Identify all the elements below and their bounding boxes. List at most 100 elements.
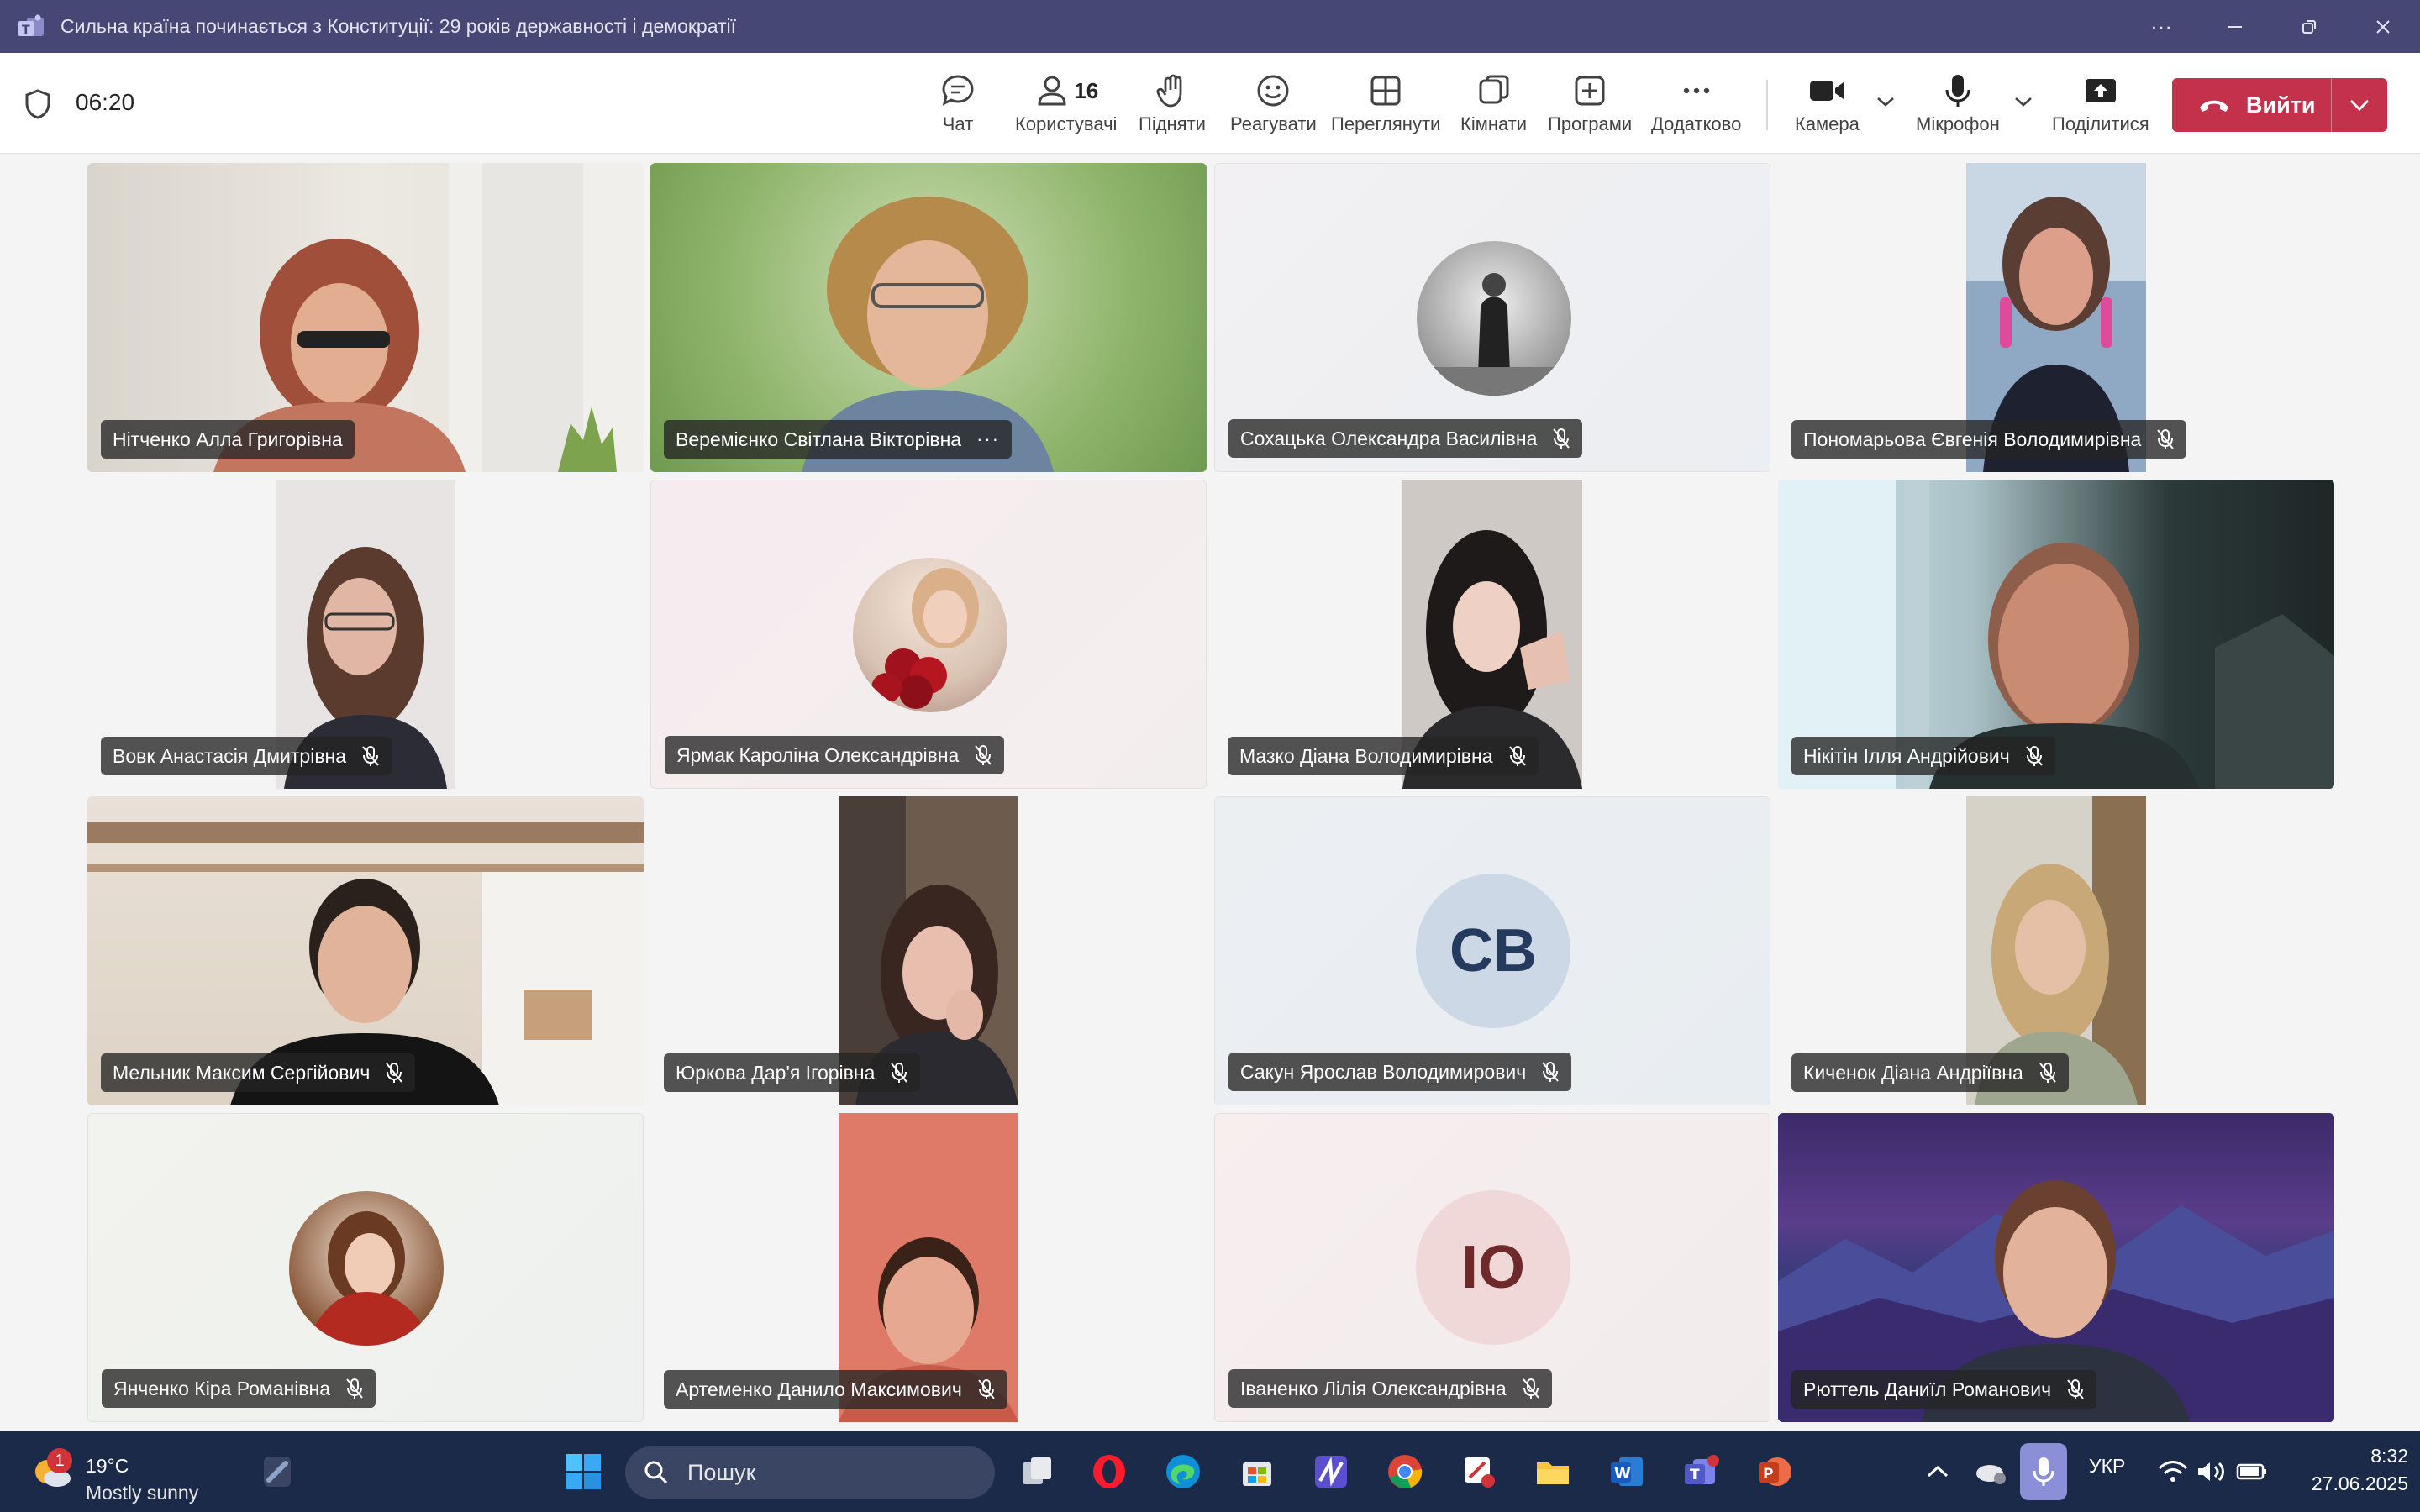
participant-name: Сохацька Олександра Василівна [1240,427,1538,449]
restore-icon [2302,19,2316,34]
raise-hand-button[interactable]: Підняти [1139,71,1206,139]
microphone-button[interactable]: Мікрофон [1916,71,2000,139]
weather-widget[interactable]: 1 19°C Mostly sunny [32,1443,217,1504]
share-button[interactable]: Поділитися [2052,71,2149,139]
participant-name: Мазко Діана Володимирівна [1239,744,1493,767]
powerpoint-icon[interactable]: P [1751,1448,1798,1495]
more-options-button[interactable]: ··· [2124,0,2198,53]
participant-tile[interactable]: Ярмак Кароліна Олександрівна [650,480,1207,789]
rooms-button[interactable]: Кімнати [1460,71,1527,139]
share-screen-icon [2082,71,2119,110]
react-button[interactable]: Реагувати [1230,71,1317,139]
participant-avatar [1417,241,1571,396]
participant-tile[interactable]: Вовк Анастасія Дмитрівна [87,480,644,789]
view-button[interactable]: Переглянути [1331,71,1440,139]
chat-button[interactable]: Чат [939,71,976,139]
snipping-tool-icon[interactable] [1455,1448,1502,1495]
participant-tile[interactable]: Артеменко Данило Максимович [650,1113,1207,1422]
camera-options-chevron-icon[interactable] [1876,95,1896,108]
microphone-icon [2033,1457,2054,1486]
app-tile-icon[interactable] [254,1448,301,1495]
mic-off-icon [1522,1378,1539,1399]
mic-off-icon [2067,1379,2084,1399]
microsoft-store-icon[interactable] [1234,1448,1281,1495]
system-clock[interactable]: 8:32 27.06.2025 [2291,1445,2408,1495]
participant-tile[interactable]: Пономарьова Євгенія Володимирівна [1778,163,2334,472]
people-button[interactable]: 16 Користувачі [1015,71,1117,139]
taskbar-search[interactable]: Пошук [625,1446,995,1499]
participant-tile[interactable]: Мазко Діана Володимирівна [1214,480,1770,789]
apps-button[interactable]: Програми [1548,71,1632,139]
add-app-icon [1571,71,1608,110]
participant-tile[interactable]: Нітченко Алла Григорівна [87,163,644,472]
teams-icon: T [17,14,45,39]
participant-tile[interactable]: Рюттель Даниїл Романович [1778,1113,2334,1422]
chevron-down-icon [2350,100,2369,111]
people-label: Користувачі [1015,113,1118,134]
grid-icon [1367,71,1404,110]
participant-tile[interactable]: Веремієнко Світлана Вікторівна ··· [650,163,1207,472]
participant-tile[interactable]: Нікітін Ілля Андрійович [1778,480,2334,789]
leave-options-button[interactable] [2332,78,2387,132]
participant-nameplate: Артеменко Данило Максимович [664,1370,1007,1409]
clock-time: 8:32 [2370,1445,2408,1467]
opera-icon[interactable] [1086,1448,1133,1495]
close-button[interactable] [2346,0,2420,53]
minimize-icon [2228,25,2242,28]
participant-name: Пономарьова Євгенія Володимирівна [1803,428,2142,450]
task-view-icon[interactable] [1013,1448,1060,1495]
raise-hand-label: Підняти [1139,113,1206,134]
minimize-button[interactable] [2198,0,2272,53]
participant-nameplate: Рюттель Даниїл Романович [1791,1370,2097,1409]
participant-name: Веремієнко Світлана Вікторівна [676,428,962,450]
participant-tile[interactable]: Киченок Діана Андріївна [1778,796,2334,1105]
participant-nameplate: Ярмак Кароліна Олександрівна [665,736,1005,774]
restore-button[interactable] [2272,0,2346,53]
camera-icon [1807,71,1847,110]
onedrive-icon[interactable] [1966,1448,2013,1495]
participant-name: Нікітін Ілля Андрійович [1803,744,2010,767]
apps-label: Програми [1548,113,1633,134]
meeting-toolbar: 06:20 Чат 16 Користувачі Підняти Реагува… [0,53,2420,154]
smiley-icon [1255,71,1292,110]
mic-off-icon [362,746,379,766]
participant-tile[interactable]: СВ Сакун Ярослав Володимирович [1214,796,1770,1105]
windows-icon [566,1454,601,1489]
camera-label: Камера [1795,113,1860,134]
participant-nameplate: Нікітін Ілля Андрійович [1791,737,2055,775]
file-explorer-icon[interactable] [1529,1448,1576,1495]
mic-off-icon [1553,428,1570,449]
mic-off-icon [891,1063,908,1083]
toolbar-divider [1766,80,1768,130]
input-language-indicator[interactable]: УКР [2089,1455,2125,1478]
participant-nameplate: Юркова Дар'я Ігорівна [664,1053,921,1092]
participant-tile[interactable]: Юркова Дар'я Ігорівна [650,796,1207,1105]
ellipsis-icon[interactable]: ··· [976,428,1000,450]
hand-icon [1154,71,1191,110]
microphone-in-use-indicator[interactable] [2020,1443,2067,1500]
participant-tile[interactable]: Мельник Максим Сергійович [87,796,644,1105]
word-icon[interactable]: W [1603,1448,1650,1495]
more-actions-button[interactable]: Додатково [1651,71,1741,139]
close-icon [2376,19,2390,34]
participant-name: Сакун Ярослав Володимирович [1240,1060,1527,1083]
svg-text:T: T [22,24,30,37]
mic-off-icon [346,1378,363,1399]
show-hidden-icons-chevron-icon[interactable] [1914,1448,1961,1495]
mic-off-icon [2039,1063,2056,1083]
participant-tile[interactable]: Сохацька Олександра Василівна [1214,163,1770,472]
start-button[interactable] [560,1448,607,1495]
battery-icon[interactable] [2228,1448,2275,1495]
camera-button[interactable]: Камера [1795,71,1860,139]
microphone-options-chevron-icon[interactable] [2013,95,2033,108]
math-app-icon[interactable] [1307,1448,1355,1495]
participant-tile[interactable]: ІО Іваненко Лілія Олександрівна [1214,1113,1770,1422]
chrome-icon[interactable] [1381,1448,1428,1495]
rooms-label: Кімнати [1460,113,1528,134]
teams-taskbar-icon[interactable]: T [1677,1448,1724,1495]
mic-off-icon [386,1063,403,1083]
leave-button[interactable]: Вийти [2172,78,2332,132]
edge-icon[interactable] [1160,1448,1207,1495]
participant-nameplate: Вовк Анастасія Дмитрівна [101,737,392,775]
participant-tile[interactable]: Янченко Кіра Романівна [87,1113,644,1422]
